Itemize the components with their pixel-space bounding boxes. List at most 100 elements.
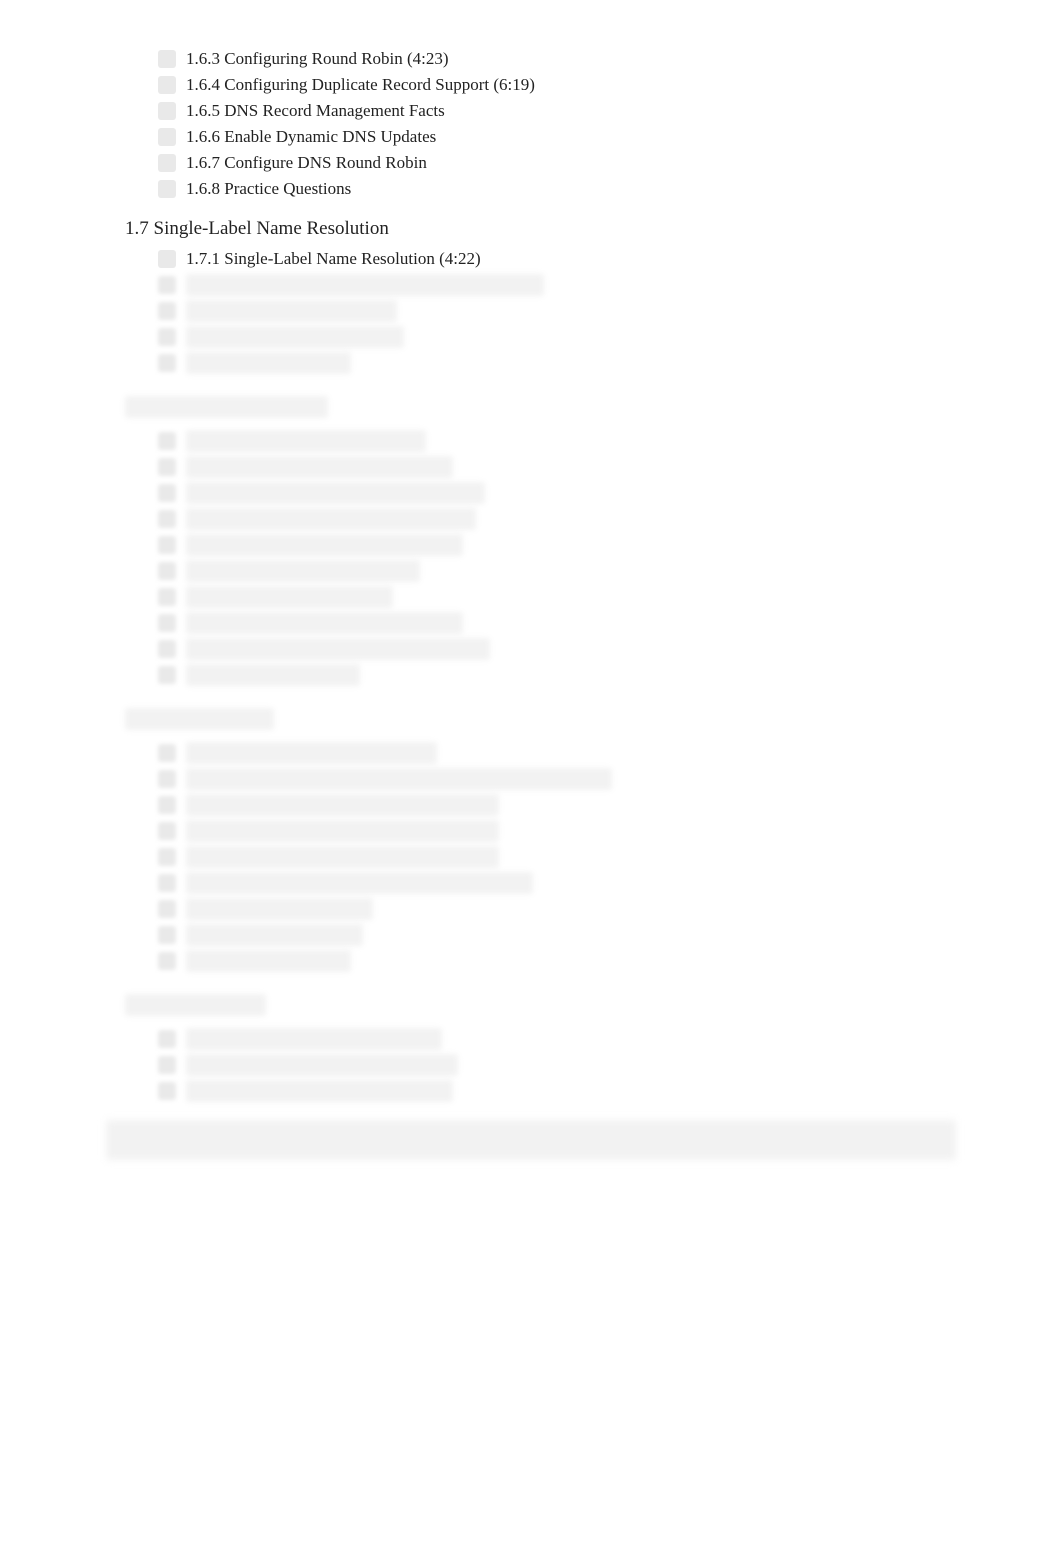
outline-item: 1.7.5 Practice Questions [158,352,1062,374]
outline-item: 1.8.3 Configuring Recursion Settings (4:… [158,482,1062,504]
quiz-icon [158,180,176,198]
outline-item[interactable]: 1.6.5 DNS Record Management Facts [158,100,1062,122]
section-title: 1.9 DNS Protection [125,708,274,730]
quiz-icon [158,952,176,970]
outline-item-label: 1.10.3 Configuring Zone Scopes (4:24) [186,1080,453,1102]
video-icon [158,1056,176,1074]
video-icon [158,796,176,814]
outline-item-label: 1.8.4 Configuring Zone Scavenging (4:52) [186,508,476,530]
video-icon [158,1082,176,1100]
lab-icon [158,640,176,658]
quiz-icon [158,354,176,372]
video-icon [158,76,176,94]
outline-item: 1.7.4 Configure Search Suffixes [158,326,1062,348]
video-icon [158,1030,176,1048]
outline-item-label: 1.8.8 Configure DNS Advanced Settings [186,612,463,634]
outline-item: 1.9.1 DNS Protection Settings (4:03) [158,742,1062,764]
outline-item-label: 1.8.2 Configuring DNS Logging (3:55) [186,456,453,478]
outline-item: 1.9.7 DNS Protection Facts [158,898,1062,920]
video-icon [158,50,176,68]
outline-item-label: 1.6.5 DNS Record Management Facts [186,100,445,122]
outline-item-label: 1.7.4 Configure Search Suffixes [186,326,404,348]
outline-item-label: 1.9.1 DNS Protection Settings (4:03) [186,742,437,764]
outline-item: 1.8.7 Configure DNS Logging [158,586,1062,608]
outline-item-label: 1.9.6 Configuring Delegated Administrati… [186,872,533,894]
outline-item-label: 1.6.8 Practice Questions [186,178,351,200]
outline-item-label: 1.8.10 Practice Questions [186,664,360,686]
outline-item: 1.8.9 Configure DNS Aging and Scavenging [158,638,1062,660]
outline-item: 1.8.8 Configure DNS Advanced Settings [158,612,1062,634]
lab-icon [158,128,176,146]
outline-item-label: 1.6.4 Configuring Duplicate Record Suppo… [186,74,535,96]
video-icon [158,770,176,788]
outline-item-label: 1.9.8 Configure DNSSEC [186,924,363,946]
doc-icon [158,302,176,320]
outline-item-label: 1.6.3 Configuring Round Robin (4:23) [186,48,449,70]
video-icon [158,874,176,892]
outline-item-label: 1.8.9 Configure DNS Aging and Scavenging [186,638,490,660]
outline-item: 1.10.1 DNS Policies Overview (4:45) [158,1028,1062,1050]
outline-item[interactable]: 1.7.1 Single-Label Name Resolution (4:22… [158,248,1062,270]
outline-item-label: 1.9.7 DNS Protection Facts [186,898,373,920]
video-icon [158,250,176,268]
outline-item-label: 1.6.6 Enable Dynamic DNS Updates [186,126,436,148]
outline-item: 1.7.2 Configuring the DNS Suffix Search … [158,274,1062,296]
section-title: 1.7 Single-Label Name Resolution [125,218,1062,240]
doc-icon [158,900,176,918]
lab-icon [158,154,176,172]
outline-item-label: 1.8.7 Configure DNS Logging [186,586,393,608]
video-icon [158,432,176,450]
outline-item: 1.8.1 DNS Server Properties (5:36) [158,430,1062,452]
section-title: 1.8 DNS Server Properties [125,396,328,418]
outline-item-label: 1.7.1 Single-Label Name Resolution (4:22… [186,248,481,270]
outline-item: 1.10.2 Configuring DNS Policies (7:38) [158,1054,1062,1076]
lab-icon [158,926,176,944]
outline-item[interactable]: 1.6.7 Configure DNS Round Robin [158,152,1062,174]
outline-item-label: 1.7.2 Configuring the DNS Suffix Search … [186,274,544,296]
lab-icon [158,614,176,632]
outline-item: 1.8.5 Configuring Global Settings (3:24) [158,534,1062,556]
outline-item[interactable]: 1.6.6 Enable Dynamic DNS Updates [158,126,1062,148]
video-icon [158,822,176,840]
outline-item[interactable]: 1.6.8 Practice Questions [158,178,1062,200]
outline-item: 1.9.3 Configuring DNS Socket Pooling (3:… [158,794,1062,816]
outline-item-label: 1.6.7 Configure DNS Round Robin [186,152,427,174]
outline-item: 1.8.10 Practice Questions [158,664,1062,686]
outline-item-label: 1.9.4 Configuring DNS Cache Locking (3:1… [186,820,499,842]
outline-item-label: 1.9.2 Configuring DNS Security Extension… [186,768,612,790]
video-icon [158,276,176,294]
outline-item[interactable]: 1.6.3 Configuring Round Robin (4:23) [158,48,1062,70]
page: 1.6.3 Configuring Round Robin (4:23) 1.6.… [0,0,1062,1240]
outline-item-label: 1.8.1 DNS Server Properties (5:36) [186,430,426,452]
outline-item: 1.9.2 Configuring DNS Security Extension… [158,768,1062,790]
outline-item-label: 1.9.9 Practice Questions [186,950,351,972]
outline-item-label: 1.7.3 Single-Label Name Facts [186,300,397,322]
outline-item[interactable]: 1.6.4 Configuring Duplicate Record Suppo… [158,74,1062,96]
outline-item-label: 1.7.5 Practice Questions [186,352,351,374]
video-icon [158,484,176,502]
footer-text: TestOut LabSim — course outline content … [106,1120,956,1160]
outline-item: 1.7.3 Single-Label Name Facts [158,300,1062,322]
outline-item-label: 1.9.3 Configuring DNS Socket Pooling (3:… [186,794,499,816]
lab-icon [158,588,176,606]
outline-item-label: 1.10.2 Configuring DNS Policies (7:38) [186,1054,458,1076]
outline-item: 1.8.4 Configuring Zone Scavenging (4:52) [158,508,1062,530]
video-icon [158,744,176,762]
outline-item: 1.9.9 Practice Questions [158,950,1062,972]
video-icon [158,536,176,554]
quiz-icon [158,666,176,684]
lab-icon [158,328,176,346]
outline-item: 1.9.6 Configuring Delegated Administrati… [158,872,1062,894]
outline-item-label: 1.8.3 Configuring Recursion Settings (4:… [186,482,485,504]
outline-item: 1.9.8 Configure DNSSEC [158,924,1062,946]
outline-item-label: 1.8.6 DNS Server Properties Facts [186,560,420,582]
video-icon [158,458,176,476]
outline-item-label: 1.10.1 DNS Policies Overview (4:45) [186,1028,442,1050]
outline-item: 1.9.4 Configuring DNS Cache Locking (3:1… [158,820,1062,842]
video-icon [158,510,176,528]
doc-icon [158,562,176,580]
outline-item: 1.8.2 Configuring DNS Logging (3:55) [158,456,1062,478]
outline-item-label: 1.9.5 Enabling Response Rate Limiting (4… [186,846,499,868]
outline-item: 1.10.3 Configuring Zone Scopes (4:24) [158,1080,1062,1102]
video-icon [158,848,176,866]
